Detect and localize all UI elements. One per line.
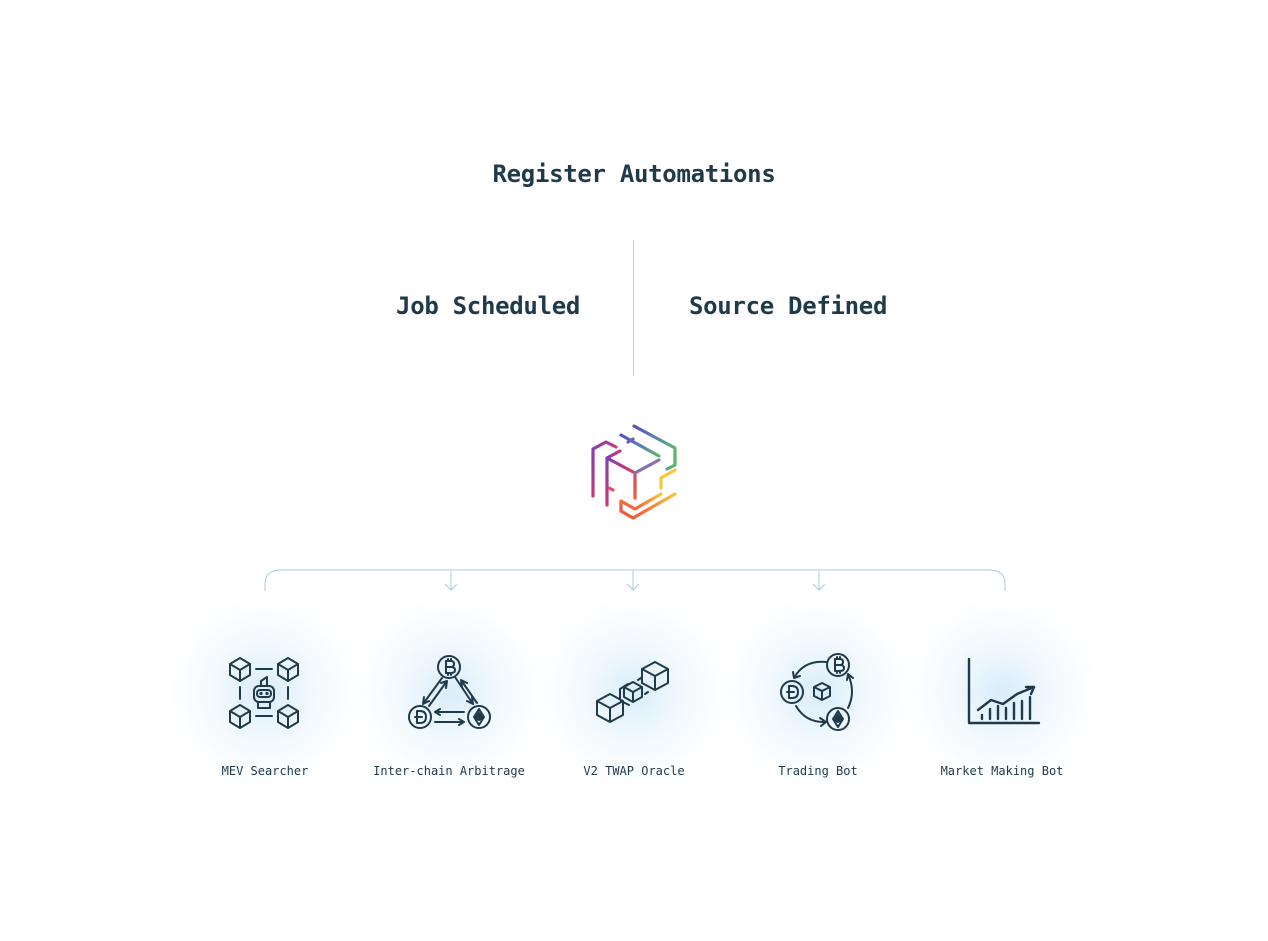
split-divider: [633, 240, 634, 376]
mev-searcher-icon: [223, 650, 307, 734]
use-case-label: Inter-chain Arbitrage: [373, 764, 525, 778]
page-title: Register Automations: [492, 160, 776, 188]
arbitrage-icon: [407, 650, 491, 734]
brand-logo: [584, 418, 684, 526]
use-case-label: Trading Bot: [778, 764, 858, 778]
trading-bot-icon: [776, 650, 860, 734]
oracle-icon: [592, 650, 676, 734]
use-case-label: V2 TWAP Oracle: [583, 764, 685, 778]
use-case-label: Market Making Bot: [940, 764, 1064, 778]
source-defined-label: Source Defined: [689, 292, 888, 320]
use-case-label: MEV Searcher: [221, 764, 309, 778]
market-making-chart-icon: [960, 650, 1044, 734]
job-scheduled-label: Job Scheduled: [396, 292, 580, 320]
